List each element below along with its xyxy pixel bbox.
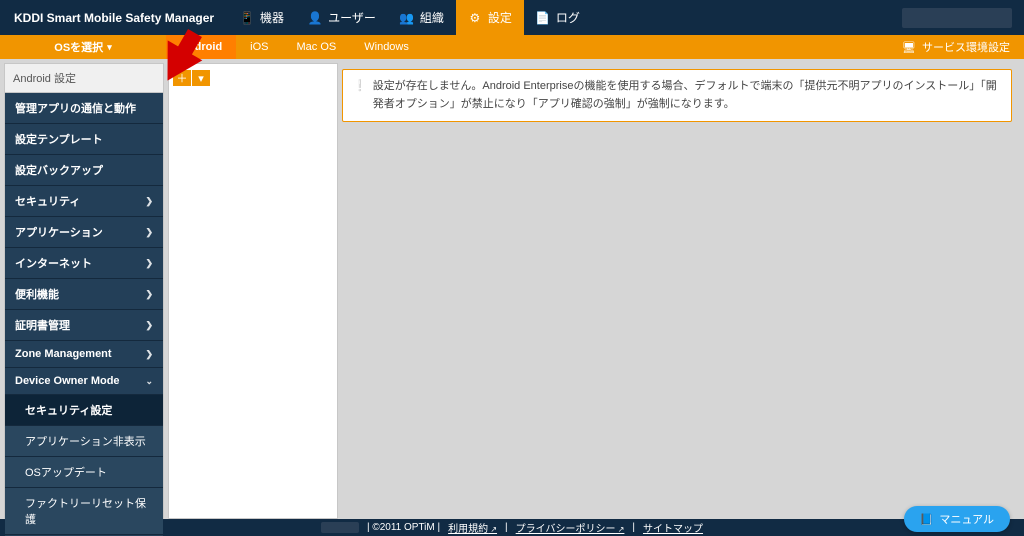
sidebar-item-label: 便利機能: [15, 286, 59, 302]
sidebar-item[interactable]: 設定テンプレート: [5, 124, 163, 155]
org-icon: 👥: [400, 11, 414, 25]
info-alert: ❕ 設定が存在しません。Android Enterpriseの機能を使用する場合…: [342, 69, 1012, 122]
sidebar-item-label: アプリケーション: [15, 224, 103, 240]
copyright: | ©2011 OPTiM |: [367, 522, 440, 533]
sidebar-item-internet[interactable]: インターネット ❯: [5, 248, 163, 279]
sidebar-item-label: 管理アプリの通信と動作: [15, 100, 136, 116]
sidebar-item-zone[interactable]: Zone Management ❯: [5, 341, 163, 368]
os-tab-ios[interactable]: iOS: [236, 35, 282, 59]
footer-obscured: [321, 522, 359, 533]
work-area: Android 設定 管理アプリの通信と動作 設定テンプレート 設定バックアップ…: [0, 59, 1024, 519]
app-header: KDDI Smart Mobile Safety Manager 📱 機器 👤 …: [0, 0, 1024, 35]
sidebar-menu: 管理アプリの通信と動作 設定テンプレート 設定バックアップ セキュリティ ❯ アプ…: [5, 93, 163, 536]
nav-devices[interactable]: 📱 機器: [228, 0, 296, 35]
sidebar-item-label: 設定バックアップ: [15, 162, 103, 178]
info-icon: ❕: [353, 78, 367, 113]
sidebar-sub-factory-reset[interactable]: ファクトリーリセット保護: [5, 488, 163, 535]
sidebar-item-label: 証明書管理: [15, 317, 70, 333]
sidebar-item-label: インターネット: [15, 255, 92, 271]
os-select[interactable]: OSを選択: [0, 39, 166, 55]
device-icon: 📱: [240, 11, 254, 25]
gear-icon: ⚙: [468, 11, 482, 25]
nav-label: 組織: [420, 9, 444, 26]
nav-org[interactable]: 👥 組織: [388, 0, 456, 35]
display-icon: 🖥: [902, 40, 916, 54]
sidebar-item-label: Device Owner Mode: [15, 375, 120, 387]
chevron-right-icon: ❯: [145, 349, 153, 360]
sidebar-item-label: セキュリティ: [15, 193, 80, 209]
main-pane: ❕ 設定が存在しません。Android Enterpriseの機能を使用する場合…: [342, 63, 1020, 519]
sidebar-sub-os-update[interactable]: OSアップデート: [5, 457, 163, 488]
brand-title: KDDI Smart Mobile Safety Manager: [0, 11, 228, 25]
account-menu[interactable]: [902, 8, 1012, 28]
sidebar-sub-app-hide[interactable]: アプリケーション非表示: [5, 426, 163, 457]
footer-link-sitemap[interactable]: サイトマップ: [643, 520, 703, 535]
service-env-label: サービス環境設定: [922, 39, 1010, 55]
user-icon: 👤: [308, 11, 322, 25]
nav-label: 機器: [260, 9, 284, 26]
sidebar-item[interactable]: 管理アプリの通信と動作: [5, 93, 163, 124]
os-tab-macos[interactable]: Mac OS: [283, 35, 351, 59]
sidebar-item-label: 設定テンプレート: [15, 131, 103, 147]
sidebar-item-security[interactable]: セキュリティ ❯: [5, 186, 163, 217]
top-nav: 📱 機器 👤 ユーザー 👥 組織 ⚙ 設定 📄 ログ: [228, 0, 592, 35]
os-select-label: OSを選択: [54, 39, 103, 55]
list-toolbar: ＋ ▾: [169, 64, 337, 92]
chevron-right-icon: ❯: [145, 289, 153, 300]
book-icon: 📘: [920, 513, 934, 526]
sidebar-title: Android 設定: [5, 64, 163, 93]
service-env-link[interactable]: 🖥 サービス環境設定: [902, 39, 1024, 55]
nav-log[interactable]: 📄 ログ: [524, 0, 592, 35]
nav-label: ユーザー: [328, 9, 376, 26]
log-icon: 📄: [536, 11, 550, 25]
chevron-right-icon: ❯: [145, 227, 153, 238]
alert-text: 設定が存在しません。Android Enterpriseの機能を使用する場合、デ…: [373, 78, 1001, 113]
chevron-right-icon: ❯: [145, 258, 153, 269]
manual-label: マニュアル: [939, 511, 994, 527]
sidebar-item-cert[interactable]: 証明書管理 ❯: [5, 310, 163, 341]
nav-users[interactable]: 👤 ユーザー: [296, 0, 388, 35]
sidebar-item-dom[interactable]: Device Owner Mode ⌄: [5, 368, 163, 395]
chevron-right-icon: ❯: [145, 196, 153, 207]
footer-link-terms[interactable]: 利用規約: [448, 520, 497, 535]
chevron-down-icon: ⌄: [145, 376, 153, 387]
sidebar-item[interactable]: 設定バックアップ: [5, 155, 163, 186]
sidebar-item-label: Zone Management: [15, 348, 112, 360]
nav-label: ログ: [556, 9, 580, 26]
list-pane: ＋ ▾: [168, 63, 338, 519]
sidebar-item-convenience[interactable]: 便利機能 ❯: [5, 279, 163, 310]
sidebar-sub-security-settings[interactable]: セキュリティ設定: [5, 395, 163, 426]
manual-button[interactable]: 📘 マニュアル: [904, 506, 1010, 532]
chevron-down-icon: [107, 41, 112, 53]
nav-settings[interactable]: ⚙ 設定: [456, 0, 524, 35]
chevron-right-icon: ❯: [145, 320, 153, 331]
add-button[interactable]: ＋: [173, 70, 191, 86]
dropdown-button[interactable]: ▾: [192, 70, 210, 86]
sidebar-item-application[interactable]: アプリケーション ❯: [5, 217, 163, 248]
os-subbar: OSを選択 Android iOS Mac OS Windows 🖥 サービス環…: [0, 35, 1024, 59]
os-tab-android[interactable]: Android: [166, 35, 236, 59]
nav-label: 設定: [488, 9, 512, 26]
footer-link-privacy[interactable]: プライバシーポリシー: [516, 520, 625, 535]
os-tab-windows[interactable]: Windows: [350, 35, 423, 59]
os-tabs: Android iOS Mac OS Windows: [166, 35, 423, 59]
sidebar: Android 設定 管理アプリの通信と動作 設定テンプレート 設定バックアップ…: [4, 63, 164, 519]
